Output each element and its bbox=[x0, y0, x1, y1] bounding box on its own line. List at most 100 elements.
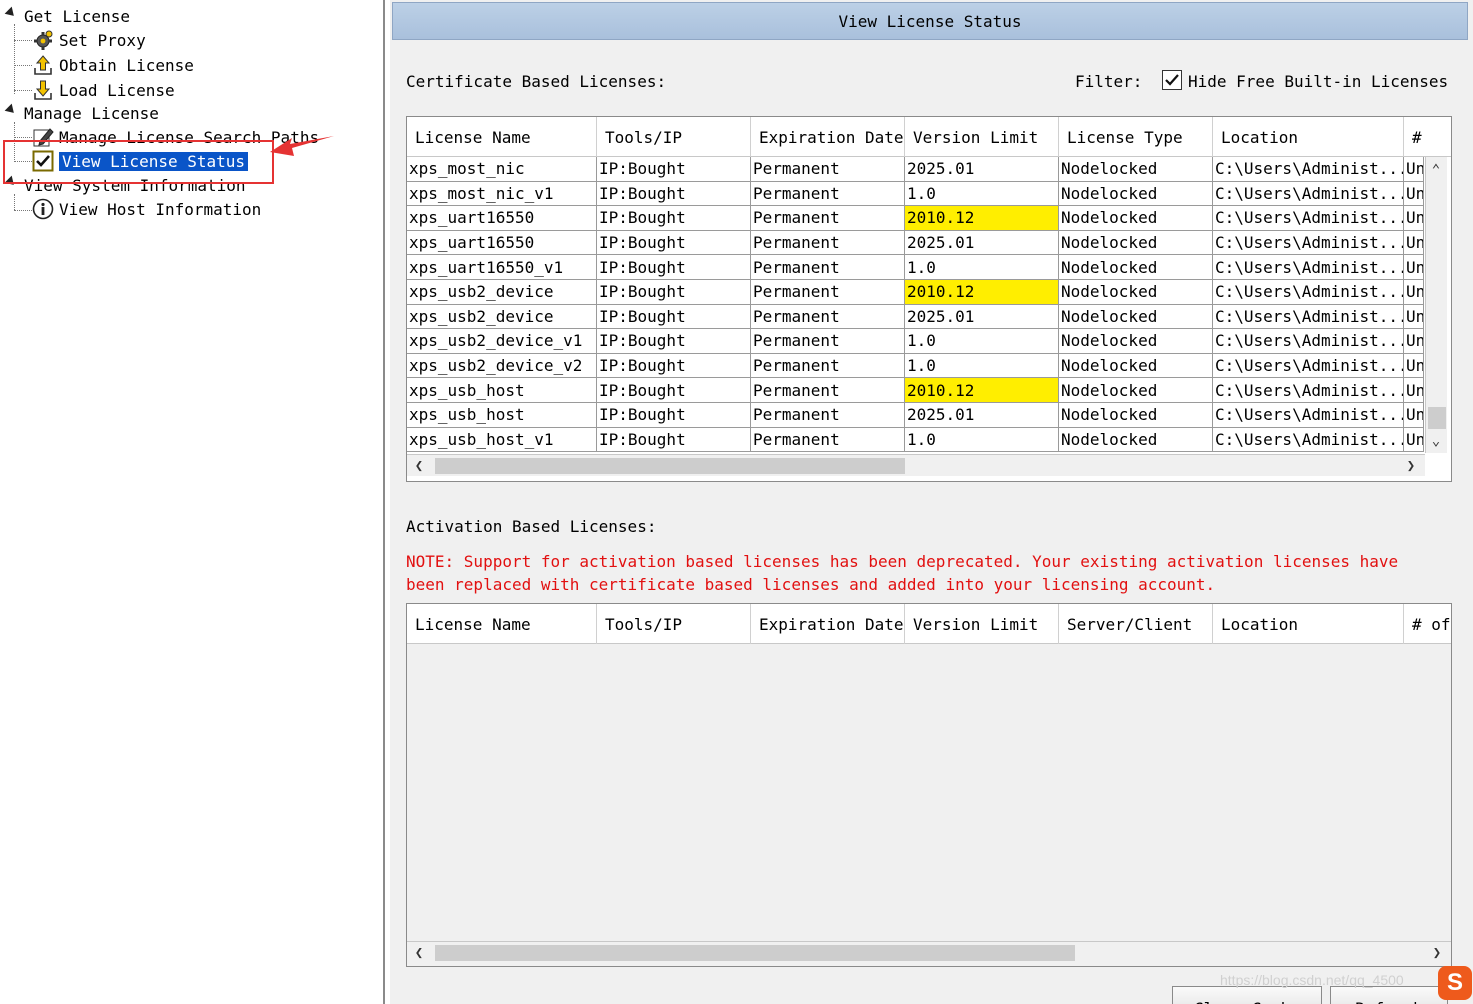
tree-label: Set Proxy bbox=[59, 30, 146, 50]
scroll-left-icon[interactable]: ❮ bbox=[409, 943, 429, 963]
table-row[interactable]: xps_uart16550 IP:Bought Permanent 2010.12 No… bbox=[407, 206, 1424, 231]
table-cell-expiration-date: Permanent bbox=[751, 304, 905, 329]
table-cell-license-name: xps_usb_host bbox=[407, 402, 597, 427]
table-cell-version-limit: 2025.01 bbox=[905, 402, 1059, 427]
scroll-thumb[interactable] bbox=[1428, 407, 1446, 429]
table-cell-license-type: Nodelocked bbox=[1059, 206, 1213, 230]
table-cell-tools-ip: IP:Bought bbox=[597, 157, 751, 181]
column-header-license-type[interactable]: License Type bbox=[1059, 117, 1213, 157]
column-header-expiration-date[interactable]: Expiration Date bbox=[751, 117, 905, 157]
table-cell-version-limit: 1.0 bbox=[905, 255, 1059, 279]
tree-connector bbox=[14, 24, 15, 94]
vertical-scrollbar[interactable]: ⌃ ⌄ bbox=[1425, 157, 1447, 453]
table-row[interactable]: xps_usb2_device IP:Bought Permanent 2025.01… bbox=[407, 304, 1424, 330]
table-row[interactable]: xps_uart16550 IP:Bought Permanent 2025.01 No… bbox=[407, 230, 1424, 256]
scroll-up-icon[interactable]: ⌃ bbox=[1426, 160, 1446, 180]
tree-node-set-proxy[interactable]: Set Proxy bbox=[32, 28, 146, 52]
table-cell-location: C:\Users\Administ... bbox=[1213, 353, 1404, 378]
table-cell-license-type: Nodelocked bbox=[1059, 157, 1213, 181]
clear-cache-button[interactable]: Clear Cache bbox=[1172, 986, 1322, 1004]
column-header-tools-ip[interactable]: Tools/IP bbox=[597, 117, 751, 157]
upload-arrow-icon bbox=[32, 54, 54, 76]
table-cell-version-limit: 1.0 bbox=[905, 329, 1059, 353]
panel-title-bar: View License Status bbox=[392, 2, 1468, 40]
column-header-count[interactable]: # bbox=[1404, 117, 1451, 157]
scroll-down-icon[interactable]: ⌄ bbox=[1426, 431, 1446, 451]
tree-node-load-license[interactable]: Load License bbox=[32, 78, 175, 102]
table-cell-location: C:\Users\Administ... bbox=[1213, 304, 1404, 329]
refresh-button[interactable]: Refresh bbox=[1330, 986, 1448, 1004]
column-header-expiration-date[interactable]: Expiration Date bbox=[751, 604, 905, 644]
column-header-server-client[interactable]: Server/Client bbox=[1059, 604, 1213, 644]
table-cell-count: Un bbox=[1404, 378, 1424, 402]
table-cell-expiration-date: Permanent bbox=[751, 157, 905, 181]
scroll-thumb[interactable] bbox=[435, 945, 1075, 961]
column-header-tools-ip[interactable]: Tools/IP bbox=[597, 604, 751, 644]
table-cell-license-type: Nodelocked bbox=[1059, 304, 1213, 329]
expand-triangle-icon[interactable] bbox=[4, 103, 18, 117]
table-cell-tools-ip: IP:Bought bbox=[597, 304, 751, 329]
table-cell-version-limit: 2025.01 bbox=[905, 304, 1059, 329]
scroll-right-icon[interactable]: ❯ bbox=[1427, 943, 1447, 963]
scroll-thumb[interactable] bbox=[435, 458, 905, 474]
column-header-count[interactable]: # of bbox=[1404, 604, 1451, 644]
tree-connector bbox=[14, 210, 32, 211]
table-row[interactable]: xps_usb_host IP:Bought Permanent 2010.12 Nod… bbox=[407, 378, 1424, 403]
table-row[interactable]: xps_usb2_device_v1 IP:Bought Permanent 1.0 N… bbox=[407, 329, 1424, 354]
tree-node-manage-license[interactable]: Manage License bbox=[4, 101, 159, 125]
table-cell-tools-ip: IP:Bought bbox=[597, 378, 751, 402]
column-header-version-limit[interactable]: Version Limit bbox=[905, 604, 1059, 644]
horizontal-scrollbar[interactable]: ❮ ❯ bbox=[407, 941, 1451, 963]
table-row[interactable]: xps_usb_host IP:Bought Permanent 2025.01 Nod… bbox=[407, 402, 1424, 428]
table-cell-tools-ip: IP:Bought bbox=[597, 230, 751, 255]
cert-license-table: License Name Tools/IP Expiration Date Versi… bbox=[406, 116, 1452, 482]
table-row[interactable]: xps_usb2_device IP:Bought Permanent 2010.12… bbox=[407, 279, 1424, 305]
cert-section-label: Certificate Based Licenses: bbox=[406, 72, 667, 91]
table-cell-count: Un bbox=[1404, 353, 1424, 378]
table-cell-expiration-date: Permanent bbox=[751, 427, 905, 452]
table-cell-license-name: xps_uart16550 bbox=[407, 206, 597, 230]
table-cell-version-limit: 1.0 bbox=[905, 427, 1059, 452]
table-cell-version-limit: 2010.12 bbox=[905, 206, 1059, 230]
table-row[interactable]: xps_usb_host_v1 IP:Bought Permanent 1.0 Node… bbox=[407, 427, 1424, 453]
table-row[interactable]: xps_most_nic_v1 IP:Bought Permanent 1.0 Node… bbox=[407, 181, 1424, 207]
column-header-version-limit[interactable]: Version Limit bbox=[905, 117, 1059, 157]
horizontal-scrollbar[interactable]: ❮ ❯ bbox=[407, 454, 1425, 476]
table-cell-location: C:\Users\Administ... bbox=[1213, 230, 1404, 255]
tree-node-get-license[interactable]: Get License bbox=[4, 4, 130, 28]
hide-builtin-checkbox[interactable] bbox=[1162, 70, 1182, 90]
table-header: License Name Tools/IP Expiration Date Versi… bbox=[407, 117, 1451, 157]
tree-node-view-host-info[interactable]: View Host Information bbox=[32, 197, 261, 221]
checkmark-icon bbox=[1165, 74, 1179, 86]
table-row[interactable]: xps_most_nic IP:Bought Permanent 2025.01 Nod… bbox=[407, 157, 1424, 182]
table-cell-tools-ip: IP:Bought bbox=[597, 181, 751, 206]
tree-connector bbox=[14, 65, 32, 66]
table-cell-license-type: Nodelocked bbox=[1059, 230, 1213, 255]
column-header-location[interactable]: Location bbox=[1213, 117, 1404, 157]
scroll-left-icon[interactable]: ❮ bbox=[409, 456, 429, 476]
table-cell-license-type: Nodelocked bbox=[1059, 255, 1213, 279]
activation-license-table: License Name Tools/IP Expiration Date Versi… bbox=[406, 603, 1452, 967]
tree-node-obtain-license[interactable]: Obtain License bbox=[32, 53, 194, 77]
hide-builtin-label[interactable]: Hide Free Built-in Licenses bbox=[1188, 72, 1448, 91]
column-header-license-name[interactable]: License Name bbox=[407, 117, 597, 157]
table-cell-version-limit: 2010.12 bbox=[905, 378, 1059, 402]
scroll-right-icon[interactable]: ❯ bbox=[1401, 456, 1421, 476]
column-header-license-name[interactable]: License Name bbox=[407, 604, 597, 644]
table-cell-location: C:\Users\Administ... bbox=[1213, 329, 1404, 353]
table-cell-license-name: xps_most_nic bbox=[407, 157, 597, 181]
table-row[interactable]: xps_uart16550_v1 IP:Bought Permanent 1.0 Nod… bbox=[407, 255, 1424, 280]
table-cell-tools-ip: IP:Bought bbox=[597, 427, 751, 452]
table-cell-tools-ip: IP:Bought bbox=[597, 353, 751, 378]
expand-triangle-icon[interactable] bbox=[4, 6, 18, 20]
tree-label: Load License bbox=[59, 80, 175, 100]
table-row[interactable]: xps_usb2_device_v2 IP:Bought Permanent 1.0 N… bbox=[407, 353, 1424, 379]
table-cell-count: Un bbox=[1404, 157, 1424, 181]
annotation-arrow-icon bbox=[270, 136, 334, 156]
table-cell-count: Un bbox=[1404, 329, 1424, 353]
table-cell-expiration-date: Permanent bbox=[751, 255, 905, 279]
table-cell-license-name: xps_most_nic_v1 bbox=[407, 181, 597, 206]
column-header-location[interactable]: Location bbox=[1213, 604, 1404, 644]
filter-label: Filter: bbox=[1075, 72, 1143, 91]
info-icon bbox=[32, 198, 54, 220]
